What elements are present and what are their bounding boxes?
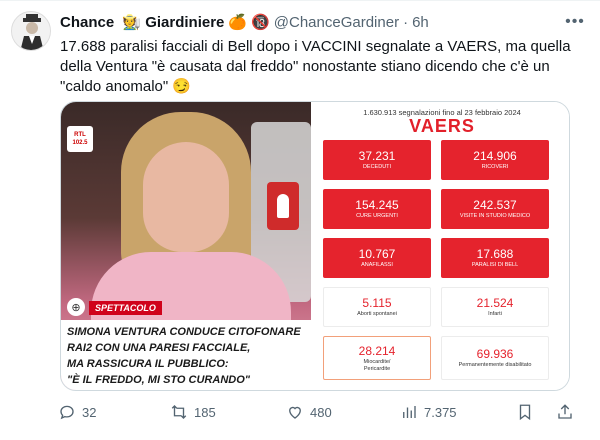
reply-count: 32 — [82, 404, 97, 420]
tweet[interactable]: Chance 🧑‍🌾 Giardiniere 🍊 🔞 @ChanceGardin… — [0, 0, 600, 440]
farmer-emoji-icon: 🧑‍🌾 — [118, 14, 146, 31]
stat-value: 154.245 — [355, 198, 399, 212]
stat-label: PARALISI DI BELL — [471, 262, 519, 268]
stat-value: 28.214 — [358, 343, 396, 358]
stat-value: 5.115 — [362, 296, 392, 310]
stat-label: CURE URGENTI — [356, 213, 398, 219]
timestamp[interactable]: 6h — [412, 14, 429, 31]
repost-button[interactable]: 185 — [170, 401, 216, 423]
reply-button[interactable]: 32 — [58, 401, 96, 423]
tweet-header: Chance 🧑‍🌾 Giardiniere 🍊 🔞 @ChanceGardin… — [60, 11, 550, 33]
views-button[interactable]: 7.375 — [400, 401, 457, 423]
repost-count: 185 — [194, 404, 216, 420]
stat-box-heart-attacks: 21.524 Infarti — [441, 287, 549, 327]
stat-value: 21.524 — [476, 296, 514, 310]
tweet-media[interactable]: RTL 102.5 ⊕ SPETTACOLO SIMONA VENTURA CO… — [60, 101, 570, 391]
stat-value: 17.688 — [476, 247, 514, 261]
stat-box-myocarditis: 28.214 Miocardite/ Pericardite — [323, 336, 431, 380]
stat-box-bells-palsy: 17.688 PARALISI DI BELL — [441, 238, 549, 278]
news-headline: SIMONA VENTURA CONDUCE CITOFONARE RAI2 C… — [61, 320, 311, 390]
avatar-image — [12, 12, 50, 50]
repost-icon — [171, 405, 187, 419]
stat-value: 37.231 — [358, 149, 396, 163]
author-name-suffix[interactable]: Giardiniere — [145, 14, 224, 31]
stat-label: ANAFILASSI — [361, 262, 393, 268]
channel-logo: RTL 102.5 — [67, 126, 93, 152]
view-count: 7.375 — [424, 404, 457, 420]
news-photo[interactable]: RTL 102.5 ⊕ SPETTACOLO SIMONA VENTURA CO… — [61, 102, 311, 390]
stat-value: 214.906 — [473, 149, 517, 163]
orange-emoji-icon: 🍊 — [228, 14, 248, 31]
bookmark-icon — [519, 404, 531, 421]
vaers-infographic[interactable]: 1.630.913 segnalazioni fino al 23 febbra… — [313, 102, 569, 390]
stat-value: 69.936 — [476, 347, 514, 361]
headline-line: SIMONA VENTURA CONDUCE CITOFONARE — [67, 326, 301, 338]
stat-label: Permanentemente disabilitato — [458, 362, 532, 368]
headline-line: "È IL FREDDO, MI STO CURANDO" — [67, 374, 250, 386]
stat-value: 10.767 — [358, 247, 396, 261]
eighteen-emoji-icon: 🔞 — [251, 14, 270, 31]
headline-line: MA RASSICURA IL PUBBLICO: — [67, 358, 229, 370]
stat-label: Miocardite/ Pericardite — [363, 358, 391, 372]
infographic-title: VAERS — [409, 116, 475, 136]
author-name[interactable]: Chance — [60, 14, 114, 31]
separator-dot: · — [403, 13, 409, 31]
share-button[interactable] — [556, 401, 580, 423]
stat-box-office-visits: 242.537 VISITE IN STUDIO MEDICO — [441, 189, 549, 229]
stat-box-hospitalizations: 214.906 RICOVERI — [441, 140, 549, 180]
bookmark-button[interactable] — [516, 401, 540, 423]
stat-label: RICOVERI — [481, 164, 509, 170]
share-icon — [558, 404, 572, 419]
like-count: 480 — [310, 404, 332, 420]
headline-line: RAI2 CON UNA PARESI FACCIALE, — [67, 342, 251, 354]
category-tag: SPETTACOLO — [89, 301, 162, 315]
presenter-face — [143, 142, 229, 252]
reply-icon — [60, 405, 74, 420]
stat-label: Infarti — [488, 311, 502, 317]
heart-icon — [289, 406, 301, 419]
author-handle[interactable]: @ChanceGardiner — [274, 14, 399, 31]
tweet-actions: 32 185 480 7.375 — [56, 401, 576, 423]
views-chart-icon — [403, 406, 416, 418]
stat-value: 242.537 — [473, 198, 517, 212]
stat-box-deaths: 37.231 DECEDUTI — [323, 140, 431, 180]
stat-box-urgent-care: 154.245 CURE URGENTI — [323, 189, 431, 229]
more-options-icon[interactable]: ••• — [564, 11, 586, 33]
intercom-sign-icon — [267, 182, 299, 230]
stat-label: Aborti spontanei — [357, 311, 397, 317]
stat-box-miscarriages: 5.115 Aborti spontanei — [323, 287, 431, 327]
stat-box-anaphylaxis: 10.767 ANAFILASSI — [323, 238, 431, 278]
like-button[interactable]: 480 — [286, 401, 332, 423]
stat-label: VISITE IN STUDIO MEDICO — [459, 213, 531, 219]
globe-icon: ⊕ — [67, 298, 85, 316]
tweet-text: 17.688 paralisi facciali di Bell dopo i … — [60, 38, 571, 95]
stat-label: DECEDUTI — [362, 164, 392, 170]
stat-box-permanent-disability: 69.936 Permanentemente disabilitato — [441, 336, 549, 380]
avatar[interactable] — [11, 11, 51, 51]
